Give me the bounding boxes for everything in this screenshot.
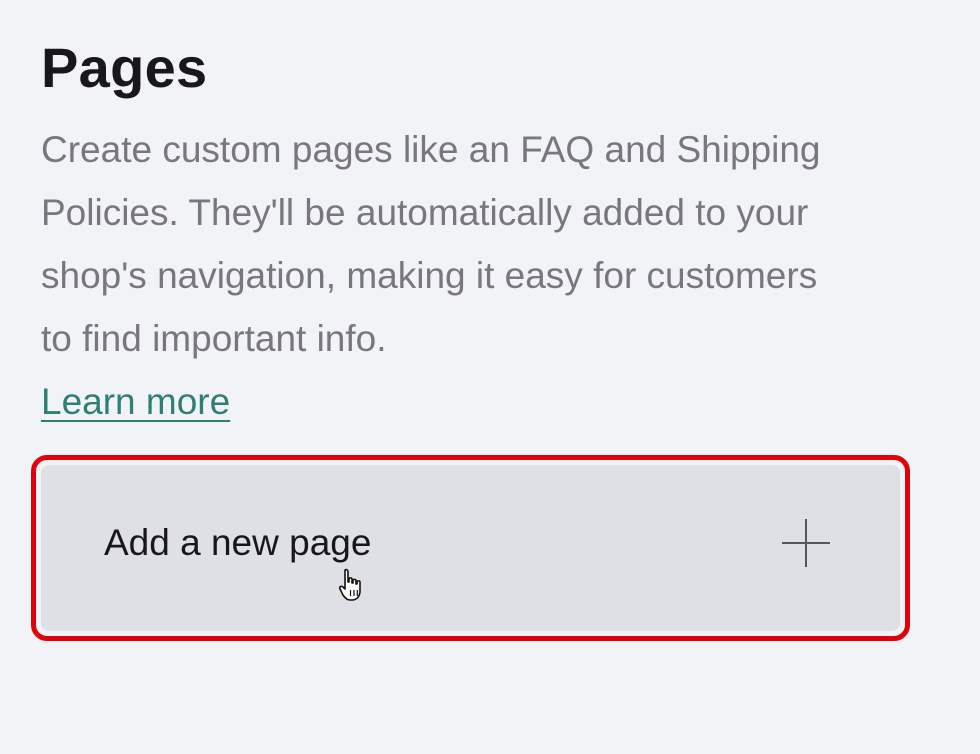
hand-pointer-icon — [338, 568, 361, 601]
add-new-page-label: Add a new page — [104, 522, 372, 563]
learn-more-link[interactable]: Learn more — [41, 372, 230, 432]
pages-description: Create custom pages like an FAQ and Ship… — [41, 129, 821, 359]
add-new-page-button[interactable]: Add a new page — [41, 465, 900, 631]
plus-icon — [782, 519, 830, 567]
add-page-highlight: Add a new page — [31, 455, 910, 641]
pages-panel: Pages Create custom pages like an FAQ an… — [0, 0, 980, 754]
page-title: Pages — [41, 36, 208, 99]
